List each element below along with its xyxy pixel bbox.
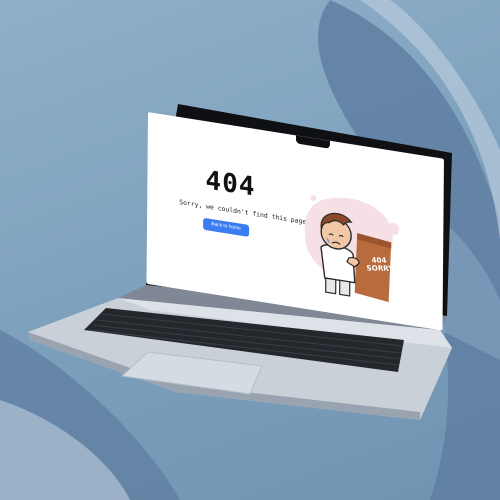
back-to-home-button[interactable]: Back to home bbox=[203, 217, 250, 237]
sad-boy-illustration-icon bbox=[304, 195, 400, 303]
error-code-heading: 404 bbox=[205, 165, 256, 203]
error-message: Sorry, we couldn't find this page. bbox=[179, 197, 311, 227]
laptop: 404 Sorry, we couldn't find this page. B… bbox=[0, 0, 500, 500]
sign-word: SORRY bbox=[365, 263, 395, 273]
sorry-sign-text: 404 SORRY bbox=[365, 255, 395, 273]
